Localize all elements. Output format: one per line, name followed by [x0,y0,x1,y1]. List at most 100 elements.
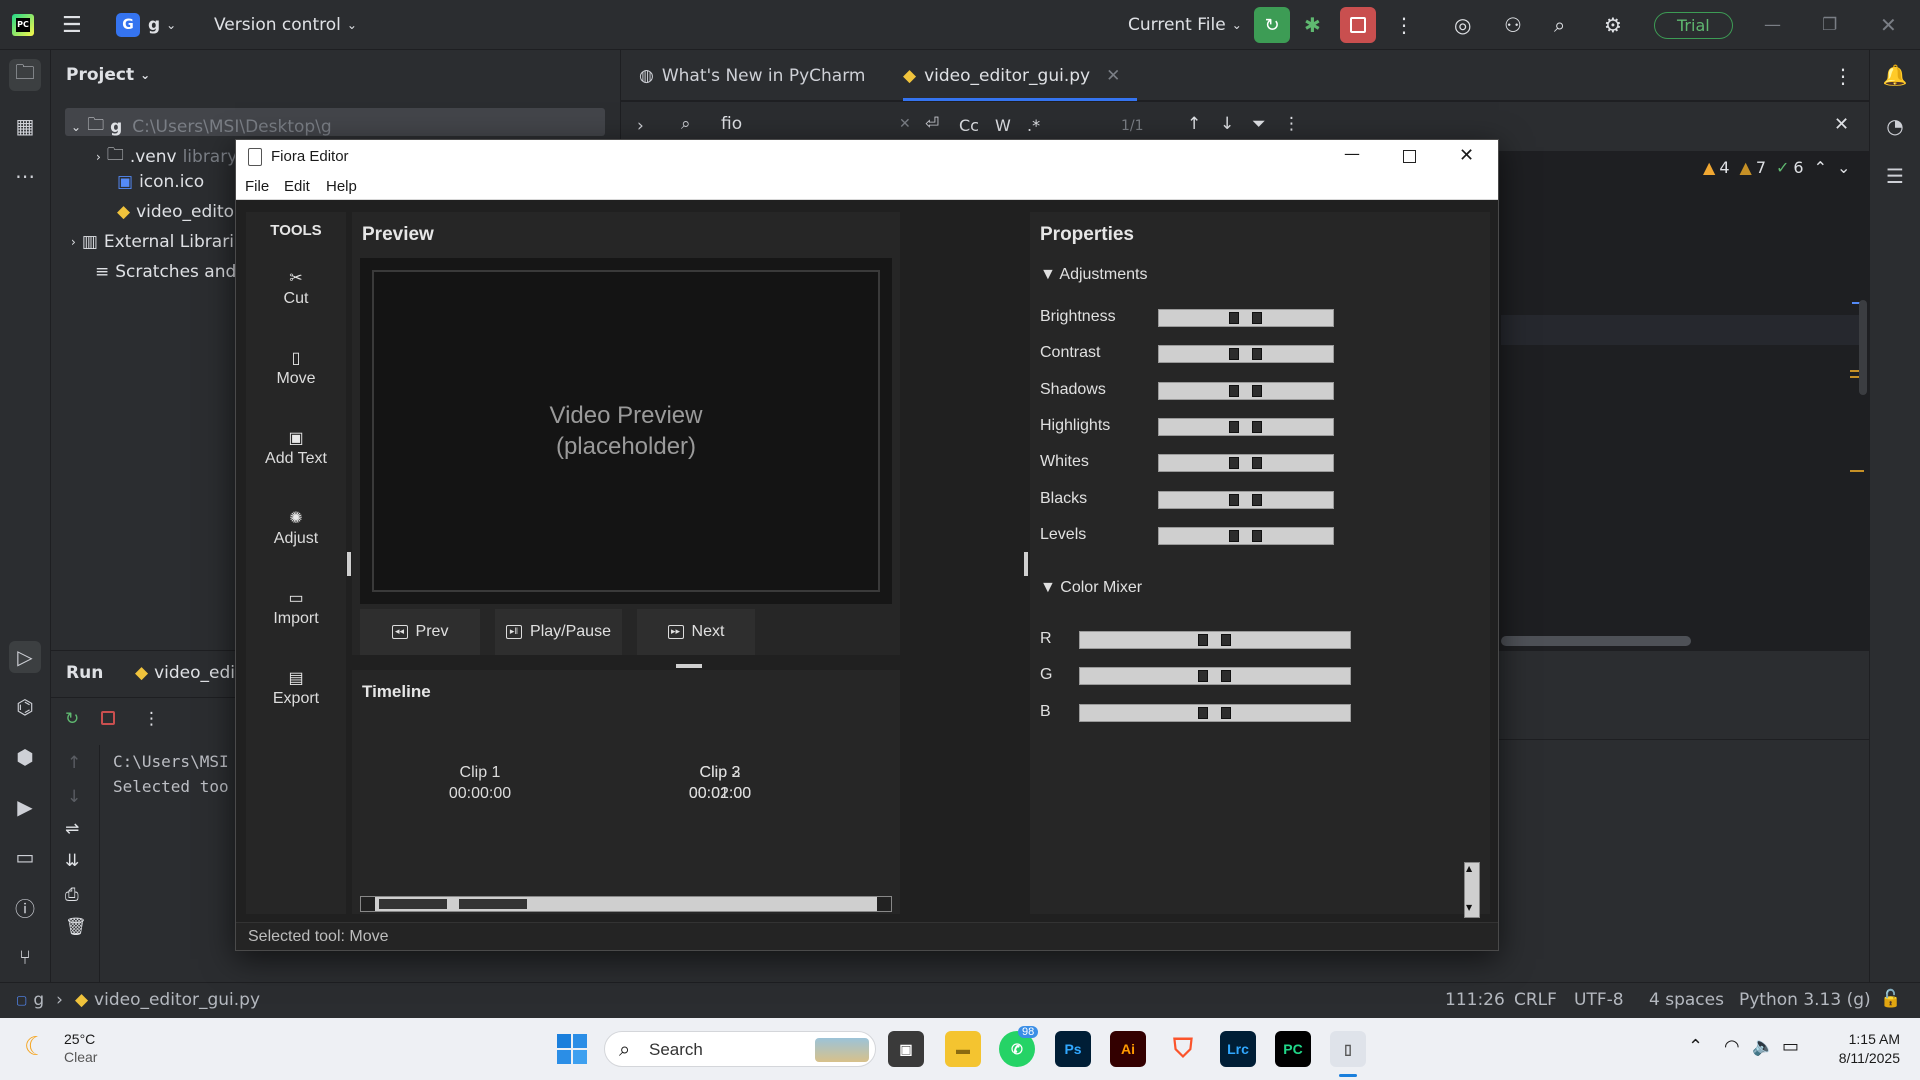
clear-icon[interactable]: ✕ [899,116,911,132]
whole-word-toggle[interactable]: W [995,116,1011,135]
scroll-thumb[interactable] [459,899,527,909]
scroll-left-icon[interactable] [361,897,375,911]
python-packages-icon[interactable]: ⬢ [9,741,41,773]
arrow-up-icon[interactable]: ↑ [1187,114,1201,134]
slider-handle[interactable] [1252,312,1262,324]
timeline-clip[interactable]: Clip 1 00:00:00 [420,762,540,804]
wifi-icon[interactable]: ◠ [1724,1036,1740,1057]
slider-handle[interactable] [1229,420,1239,433]
tab-whats-new[interactable]: ◍ What's New in PyCharm [639,66,865,86]
more-actions-icon[interactable]: ⋮ [1394,0,1414,50]
task-view-icon[interactable]: ▣ [888,1031,924,1067]
adjustment-slider[interactable] [1158,309,1334,327]
next-button[interactable]: ▸▸ Next [637,609,755,655]
filter-icon[interactable]: ⏷ [1252,114,1266,134]
tree-root[interactable]: ⌄ 🗀 g C:\Users\MSI\Desktop\g [71,112,332,141]
brave-browser-icon[interactable]: ⛉ [1165,1031,1201,1067]
slider-handle[interactable] [1252,384,1262,397]
debug-icon[interactable]: ✱ [1304,0,1321,50]
more-tools-icon[interactable]: ⋯ [9,160,41,192]
settings-gear-icon[interactable]: ⚙ [1604,0,1622,50]
find-more-icon[interactable]: ⋮ [1283,114,1300,134]
slider-handle[interactable] [1229,384,1239,397]
vcs-menu[interactable]: Version control ⌄ [214,0,357,50]
newline-icon[interactable]: ⏎ [925,114,939,134]
tree-item-icon[interactable]: ▣ icon.ico [117,172,204,192]
pycharm-logo-icon[interactable]: PC [12,0,34,50]
line-separator[interactable]: CRLF [1514,990,1557,1010]
adjustment-slider[interactable] [1158,381,1334,400]
project-tool-icon[interactable]: 🗀 [9,59,41,91]
slider-handle[interactable] [1198,706,1208,719]
tree-item-external[interactable]: › ▥ External Librari [71,232,234,252]
minimize-icon[interactable]: — [1764,0,1781,50]
adjustment-slider[interactable] [1158,454,1334,473]
weather-moon-icon[interactable]: ☾ [24,1032,47,1062]
close-icon[interactable]: ✕ [1106,66,1120,86]
file-explorer-icon[interactable]: ▬ [945,1031,981,1067]
prev-button[interactable]: ◂◂ Prev [360,609,480,655]
pycharm-taskbar-icon[interactable]: PC [1275,1031,1311,1067]
match-case-toggle[interactable]: Cc [959,116,979,135]
battery-icon[interactable]: ▭ [1782,1036,1799,1057]
slider-handle[interactable] [1229,457,1239,470]
run-config-selector[interactable]: Current File ⌄ [1128,0,1242,50]
mixer-slider[interactable] [1079,667,1351,686]
stop-button[interactable] [1340,0,1376,50]
slider-handle[interactable] [1221,634,1231,646]
adjustment-slider[interactable] [1158,526,1334,545]
scroll-up-icon[interactable]: ▲ [1466,864,1472,873]
arrow-down-icon[interactable]: ↓ [1220,114,1234,134]
expand-icon[interactable]: › [637,116,644,136]
file-encoding[interactable]: UTF-8 [1574,990,1624,1010]
scroll-down-icon[interactable]: ▼ [1466,903,1472,912]
search-icon[interactable]: ⌕ [1554,0,1565,50]
run-tool-icon[interactable]: ▷ [9,641,41,673]
tool-import[interactable]: ▭ Import [246,588,346,628]
slider-handle[interactable] [1252,529,1262,542]
arrow-up-icon[interactable]: ↑ [67,753,81,773]
illustrator-icon[interactable]: Ai [1110,1031,1146,1067]
tool-export[interactable]: ▤ Export [246,668,346,708]
scroll-thumb[interactable] [379,899,447,909]
volume-icon[interactable]: 🔈 [1752,1036,1774,1057]
soft-wrap-icon[interactable]: ⇌ [65,819,79,839]
slider-handle[interactable] [1252,348,1262,361]
mixer-slider[interactable] [1079,703,1351,722]
rerun-button[interactable]: ↻ [1254,0,1290,50]
slider-handle[interactable] [1252,457,1262,470]
add-user-icon[interactable]: ⚇ [1504,0,1522,50]
editor-scrollbar[interactable] [1859,300,1867,395]
trial-badge[interactable]: Trial [1654,0,1733,50]
slider-handle[interactable] [1229,493,1239,506]
interpreter[interactable]: Python 3.13 (g) [1739,990,1871,1010]
taskbar-search[interactable]: ⌕ Search [604,1031,876,1067]
slider-handle[interactable] [1221,670,1231,683]
slider-handle[interactable] [1229,348,1239,361]
trash-icon[interactable]: 🗑 [65,917,87,937]
color-mixer-section-toggle[interactable]: ▼ Color Mixer [1040,579,1142,597]
properties-scrollbar[interactable]: ▲ ▼ [1464,862,1480,918]
project-switcher[interactable]: G g ⌄ [116,0,176,50]
services-icon[interactable]: ▶ [9,791,41,823]
main-menu-icon[interactable]: ☰ [62,0,82,50]
breadcrumb[interactable]: ▢ g › ◆ video_editor_gui.py [16,990,260,1010]
tab-options-icon[interactable]: ⋮ [1833,64,1853,88]
indent-setting[interactable]: 4 spaces [1649,990,1724,1010]
lightroom-classic-icon[interactable]: Lrc [1220,1031,1256,1067]
fiora-taskbar-icon[interactable]: ▯ [1330,1031,1366,1067]
database-icon[interactable]: ☰ [1879,160,1911,192]
close-icon[interactable]: ✕ [1880,0,1897,50]
tool-adjust[interactable]: ✺ Adjust [246,508,346,548]
ai-assistant-icon[interactable]: ◎ [1454,0,1471,50]
menu-edit[interactable]: Edit [284,178,310,195]
tool-add-text[interactable]: ▣ Add Text [246,428,346,468]
slider-handle[interactable] [1198,670,1208,683]
close-icon[interactable]: ✕ [1459,145,1474,166]
slider-handle[interactable] [1221,706,1231,719]
windows-start-icon[interactable] [557,1034,587,1064]
mixer-slider[interactable] [1079,631,1351,649]
project-panel-header[interactable]: Project ⌄ [66,65,150,85]
find-input[interactable]: fio [721,114,871,138]
regex-toggle[interactable]: .* [1027,116,1040,135]
